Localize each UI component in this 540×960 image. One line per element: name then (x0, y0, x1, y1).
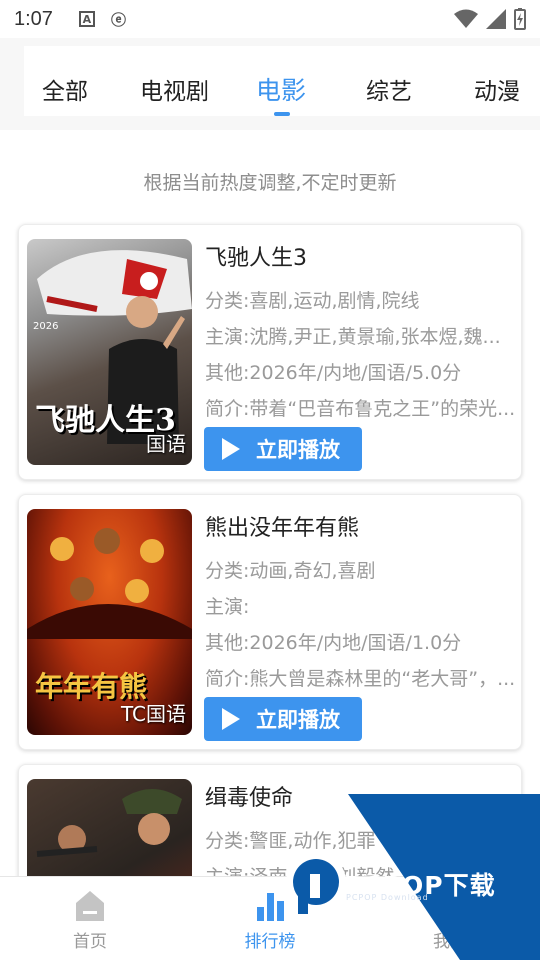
language-tag: TC国语 (120, 702, 186, 726)
movie-poster[interactable]: 2026 飞驰人生3 国语 (27, 239, 192, 465)
battery-icon (514, 8, 526, 30)
movie-genre: 分类:警匪,动作,犯罪 (205, 830, 376, 852)
tab-movies[interactable]: 电影 (256, 71, 306, 107)
movie-info: 其他:2026年/内地/国语/5.0分 (205, 362, 462, 384)
play-icon (222, 438, 240, 460)
active-tab-indicator (274, 112, 290, 116)
nav-home[interactable]: 首页 (40, 889, 140, 952)
signal-icon (486, 9, 506, 29)
nav-ranking[interactable]: 排行榜 (220, 889, 320, 952)
movie-cast: 主演:沈腾,尹正,黄景瑜,张本煜,魏... (205, 326, 501, 348)
play-button-label: 立即播放 (256, 708, 340, 732)
font-app-icon: A (78, 11, 95, 27)
status-time: 1:07 (14, 7, 53, 30)
movie-cast: 主演: (205, 596, 250, 618)
rank-chart-icon (257, 893, 284, 921)
play-button-label: 立即播放 (256, 438, 340, 462)
home-icon (76, 891, 104, 921)
movie-genre: 分类:喜剧,运动,剧情,院线 (205, 290, 420, 312)
movie-card[interactable]: 年年有熊 TC国语 熊出没年年有熊 分类:动画,奇幻,喜剧 主演: 其他:202… (18, 494, 522, 750)
movie-poster[interactable]: 年年有熊 TC国语 (27, 509, 192, 735)
movie-card[interactable]: 2026 飞驰人生3 国语 飞驰人生3 分类:喜剧,运动,剧情,院线 主演:沈腾… (18, 224, 522, 480)
nav-home-label: 首页 (73, 932, 107, 952)
tab-strip: 全部 电视剧 电影 综艺 动漫 (24, 46, 540, 116)
nav-ranking-label: 排行榜 (244, 932, 296, 952)
ranking-hint: 根据当前热度调整,不定时更新 (143, 172, 397, 194)
play-now-button[interactable]: 立即播放 (204, 697, 362, 741)
movie-summary: 简介:带着“巴音布鲁克之王”的荣光... (205, 398, 516, 420)
tab-variety[interactable]: 综艺 (366, 72, 412, 106)
poster-small-text: 2026 (33, 321, 59, 332)
watermark-sub: PCPOP Download (346, 893, 429, 902)
play-icon (222, 708, 240, 730)
movie-info: 其他:2026年/内地/国语/1.0分 (205, 632, 462, 654)
status-bar: 1:07 A ⓔ (0, 0, 540, 38)
play-now-button[interactable]: 立即播放 (204, 427, 362, 471)
movie-title[interactable]: 飞驰人生3 (205, 240, 307, 272)
movie-title[interactable]: 缉毒使命 (205, 780, 293, 812)
bear-figures (27, 528, 192, 639)
nav-mine-label: 我的 (433, 932, 467, 952)
tab-all[interactable]: 全部 (42, 72, 88, 106)
movie-summary: 简介:熊大曾是森林里的“老大哥”，... (205, 668, 516, 690)
movie-genre: 分类:动画,奇幻,喜剧 (205, 560, 376, 582)
movie-title[interactable]: 熊出没年年有熊 (205, 510, 359, 542)
language-tag: 国语 (146, 432, 186, 456)
wifi-icon (454, 9, 478, 28)
category-tab-bar: 全部 电视剧 电影 综艺 动漫 (0, 38, 540, 130)
tab-anime[interactable]: 动漫 (474, 72, 520, 106)
browser-icon: ⓔ (110, 10, 126, 29)
tab-tv-series[interactable]: 电视剧 (140, 72, 209, 106)
